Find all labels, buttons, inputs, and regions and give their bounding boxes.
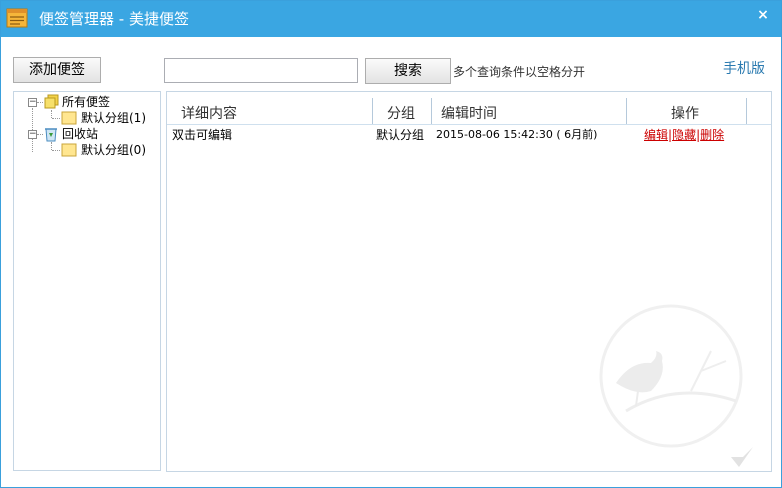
tree-item-recycle-default-group[interactable]: 默认分组(0) <box>22 142 158 158</box>
delete-link[interactable]: 删除 <box>700 128 724 142</box>
column-separator[interactable] <box>746 98 747 124</box>
row-content[interactable]: 双击可编辑 <box>172 126 232 144</box>
bird-watermark-icon <box>599 304 743 448</box>
tree-label-recycle-default-group: 默认分组(0) <box>81 143 146 157</box>
search-hint: 多个查询条件以空格分开 <box>453 65 586 79</box>
app-window: 便签管理器 - 美捷便签 × 添加便签 搜索 多个查询条件以空格分开 手机版 −… <box>0 0 782 488</box>
column-separator[interactable] <box>431 98 432 124</box>
row-group: 默认分组 <box>376 128 425 142</box>
notes-stack-icon <box>44 94 59 109</box>
search-input[interactable] <box>164 58 358 83</box>
close-button[interactable]: × <box>753 6 773 24</box>
row-time: 2015-08-06 15:42:30 ( 6月前) <box>436 128 598 141</box>
tree-item-recycle-bin[interactable]: − 回收站 <box>22 126 158 142</box>
mobile-version-link[interactable]: 手机版 <box>723 60 765 78</box>
tree-item-all-notes[interactable]: − 所有便签 <box>22 94 158 110</box>
notepad-icon <box>6 8 28 28</box>
row-actions: 编辑|隐藏|删除 <box>644 126 724 144</box>
column-header-group[interactable]: 分组 <box>387 92 415 124</box>
column-separator[interactable] <box>626 98 627 124</box>
column-header-time[interactable]: 编辑时间 <box>441 92 497 124</box>
header-divider <box>167 124 771 125</box>
column-header-content[interactable]: 详细内容 <box>181 92 237 124</box>
window-title: 便签管理器 - 美捷便签 <box>39 10 189 28</box>
tree-item-default-group[interactable]: 默认分组(1) <box>22 110 158 126</box>
bird-logo-icon <box>731 447 753 467</box>
title-bar[interactable]: 便签管理器 - 美捷便签 × <box>1 1 781 37</box>
folder-icon <box>61 111 77 125</box>
hide-link[interactable]: 隐藏 <box>672 128 696 142</box>
category-tree: − 所有便签 默认分组(1) − 回收站 默认分组(0) <box>13 91 161 471</box>
collapse-toggle-icon[interactable]: − <box>28 130 37 139</box>
column-header-actions[interactable]: 操作 <box>671 92 699 124</box>
add-note-button[interactable]: 添加便签 <box>13 57 101 83</box>
edit-link[interactable]: 编辑 <box>644 128 668 142</box>
recycle-bin-icon <box>45 128 57 142</box>
tree-label-default-group: 默认分组(1) <box>81 111 146 125</box>
folder-icon <box>61 143 77 157</box>
collapse-toggle-icon[interactable]: − <box>28 98 37 107</box>
tree-label-all-notes: 所有便签 <box>62 95 111 109</box>
search-button[interactable]: 搜索 <box>365 58 451 84</box>
column-separator[interactable] <box>372 98 373 124</box>
tree-label-recycle-bin: 回收站 <box>62 127 99 141</box>
